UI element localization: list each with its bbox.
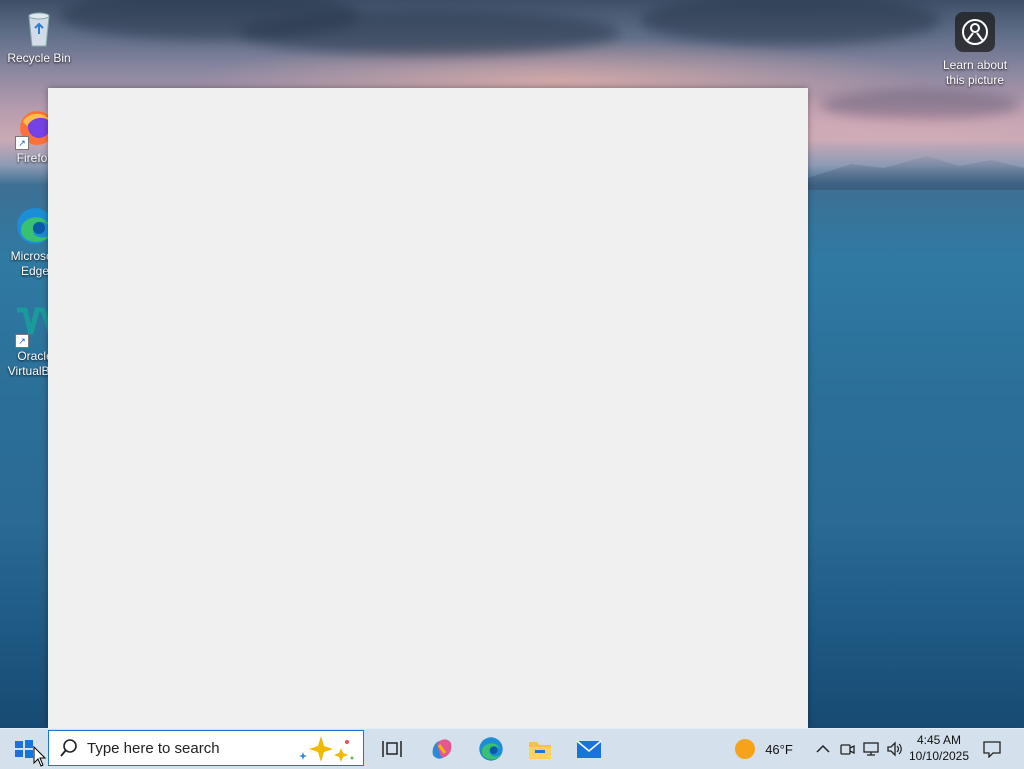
notification-button[interactable] [976,729,1008,769]
search-icon [60,739,77,757]
windows-start-icon [15,740,33,758]
clock[interactable]: 4:45 AM 10/10/2025 [906,732,972,764]
weather-sun-icon [735,739,756,759]
app-window[interactable] [48,88,808,728]
notification-icon [983,741,1001,758]
mail-icon [576,740,602,758]
network-icon [863,742,879,756]
mail-button[interactable] [565,729,613,769]
clock-date: 10/10/2025 [908,749,970,763]
taskbar-edge-button[interactable] [467,729,515,769]
network-button[interactable] [860,729,882,769]
learn-about-label: Learn about this picture [942,58,1008,87]
camera-icon [955,12,995,52]
search-input[interactable]: Type here to search [48,730,364,766]
recycle-bin-icon [19,8,59,48]
shortcut-arrow-icon: ↗ [15,136,29,150]
meet-now-button[interactable] [836,729,858,769]
edge-icon [479,737,503,761]
learn-about-picture[interactable]: Learn about this picture [938,12,1012,88]
meet-now-icon [840,744,855,755]
show-hidden-icons-button[interactable] [812,729,834,769]
volume-icon [887,741,902,757]
weather-widget[interactable]: 46°F [728,729,800,769]
file-explorer-icon [529,742,551,759]
task-view-icon [382,741,402,757]
copilot-button[interactable] [418,729,466,769]
file-explorer-button[interactable] [516,729,564,769]
cloud [820,90,1020,120]
chevron-up-icon [816,744,830,753]
mountains [808,156,1024,190]
clock-time: 4:45 AM [916,733,962,747]
taskbar: Type here to search 46°F 4:45 AM 10/10/2… [0,728,1024,769]
copilot-icon [432,739,452,759]
volume-button[interactable] [884,729,906,769]
desktop-icon-label: Recycle Bin [7,51,71,65]
desktop-icon-recycle-bin[interactable]: Recycle Bin [2,8,76,66]
cloud [240,10,620,55]
search-highlight-sparkle-icon [299,736,354,762]
shortcut-arrow-icon: ↗ [15,334,29,348]
weather-temp: 46°F [765,741,793,757]
desktop-background: Recycle Bin ↗ Firefox Microsoft Edge ↗ O… [0,0,1024,728]
mouse-cursor-icon [33,746,47,767]
task-view-button[interactable] [368,729,416,769]
cloud [640,0,940,45]
search-placeholder: Type here to search [87,739,220,757]
